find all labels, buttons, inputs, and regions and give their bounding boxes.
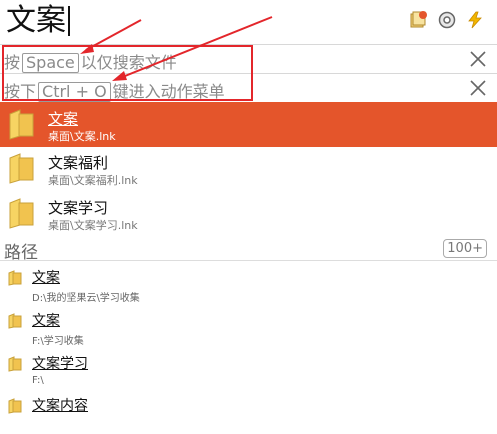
- folder-icon: [8, 398, 22, 414]
- path-item[interactable]: 文案 D:\我的坚果云\学习收集: [0, 264, 497, 306]
- path-location: F:\: [32, 375, 44, 386]
- result-title: 文案学习: [48, 199, 109, 217]
- path-item[interactable]: 文案内容: [0, 392, 497, 434]
- result-path: 桌面\文案学习.lnk: [48, 219, 138, 232]
- folder-icon: [8, 270, 22, 286]
- path-title: 文案内容: [32, 398, 88, 414]
- path-location: D:\我的坚果云\学习收集: [32, 293, 140, 304]
- result-item[interactable]: 文案学习 桌面\文案学习.lnk: [0, 191, 497, 236]
- result-item[interactable]: 文案福利 桌面\文案福利.lnk: [0, 146, 497, 191]
- section-divider: [0, 260, 497, 261]
- paths-section-header: 路径 100+: [0, 237, 497, 263]
- result-title: 文案: [48, 110, 79, 128]
- path-location: F:\学习收集: [32, 336, 84, 347]
- path-title: 文案: [32, 270, 60, 286]
- result-item[interactable]: 文案 桌面\文案.lnk: [0, 102, 497, 147]
- path-item[interactable]: 文案 F:\学习收集: [0, 307, 497, 349]
- path-title: 文案: [32, 313, 60, 329]
- folder-icon: [8, 356, 22, 372]
- folder-icon: [8, 152, 36, 184]
- path-title: 文案学习: [32, 356, 88, 372]
- path-item[interactable]: 文案学习 F:\: [0, 350, 497, 392]
- folder-icon: [8, 197, 36, 229]
- result-title: 文案福利: [48, 154, 109, 172]
- folder-icon: [8, 313, 22, 329]
- result-path: 桌面\文案.lnk: [48, 130, 116, 143]
- folder-icon: [8, 108, 36, 140]
- count-badge[interactable]: 100+: [443, 239, 487, 258]
- result-path: 桌面\文案福利.lnk: [48, 174, 138, 187]
